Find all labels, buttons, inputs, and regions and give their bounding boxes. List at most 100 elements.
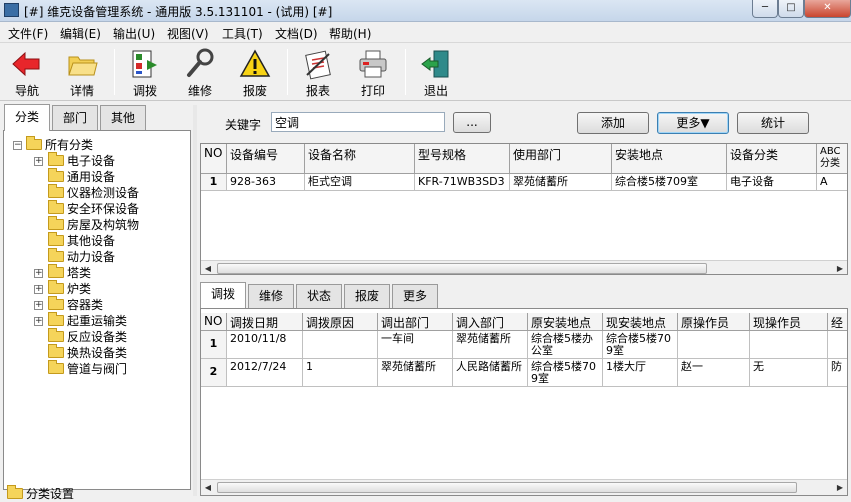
collapse-toggle[interactable]: − <box>13 141 22 150</box>
column-header[interactable]: 经 <box>828 313 847 331</box>
table-cell[interactable]: 翠苑储蓄所 <box>510 174 612 191</box>
horizontal-scrollbar[interactable]: ◀ ▶ <box>201 479 847 495</box>
tab-scrap[interactable]: 报废 <box>344 284 390 308</box>
scroll-thumb[interactable] <box>217 482 797 493</box>
menu-output[interactable]: 输出(U) <box>113 25 155 42</box>
tree-item[interactable]: 炉类 <box>48 280 91 297</box>
tab-status[interactable]: 状态 <box>296 284 342 308</box>
tree-root[interactable]: 所有分类 <box>26 136 93 153</box>
column-header[interactable]: 安装地点 <box>612 144 727 174</box>
close-button[interactable]: ✕ <box>804 0 851 18</box>
tree-item[interactable]: 换热设备类 <box>48 344 127 361</box>
menu-doc[interactable]: 文档(D) <box>275 25 318 42</box>
browse-button[interactable]: ... <box>453 112 491 133</box>
tree-item[interactable]: 仪器检测设备 <box>48 184 139 201</box>
table-cell[interactable]: 1 <box>303 359 378 387</box>
table-cell[interactable]: 2012/7/24 <box>227 359 303 387</box>
column-header[interactable]: 使用部门 <box>510 144 612 174</box>
more-button[interactable]: 更多▼ <box>657 112 729 134</box>
maximize-button[interactable]: □ <box>778 0 804 18</box>
report-button[interactable]: 报表 <box>295 46 341 100</box>
table-cell[interactable]: 一车间 <box>378 331 453 359</box>
column-header[interactable]: 调入部门 <box>453 313 528 331</box>
table-cell[interactable]: 防 <box>828 359 847 387</box>
tree-item[interactable]: 管道与阀门 <box>48 360 127 377</box>
tree-item[interactable]: 安全环保设备 <box>48 200 139 217</box>
table-cell[interactable]: 翠苑储蓄所 <box>378 359 453 387</box>
table-cell[interactable]: 综合楼5楼709室 <box>528 359 603 387</box>
menu-help[interactable]: 帮助(H) <box>329 25 371 42</box>
add-button[interactable]: 添加 <box>577 112 649 134</box>
tree-item[interactable]: 容器类 <box>48 296 103 313</box>
table-cell[interactable]: 综合楼5楼709室 <box>603 331 678 359</box>
column-header[interactable]: 调拨原因 <box>303 313 378 331</box>
table-cell[interactable]: 928-363 <box>227 174 305 191</box>
tab-category[interactable]: 分类 <box>4 104 50 131</box>
scroll-left-arrow[interactable]: ◀ <box>201 480 215 495</box>
scroll-right-arrow[interactable]: ▶ <box>833 480 847 495</box>
tab-transfer[interactable]: 调拨 <box>200 282 246 308</box>
tree-item[interactable]: 反应设备类 <box>48 328 127 345</box>
horizontal-scrollbar[interactable]: ◀ ▶ <box>201 260 847 274</box>
tab-more[interactable]: 更多 <box>392 284 438 308</box>
expand-toggle[interactable]: + <box>34 269 43 278</box>
tree-item[interactable]: 起重运输类 <box>48 312 127 329</box>
table-cell[interactable]: 综合楼5楼709室 <box>612 174 727 191</box>
table-cell[interactable] <box>678 331 750 359</box>
table-cell[interactable]: 综合楼5楼办公室 <box>528 331 603 359</box>
tree-item[interactable]: 动力设备 <box>48 248 115 265</box>
table-cell[interactable]: 翠苑储蓄所 <box>453 331 528 359</box>
menu-tools[interactable]: 工具(T) <box>222 25 263 42</box>
menu-view[interactable]: 视图(V) <box>167 25 209 42</box>
column-header[interactable]: 设备分类 <box>727 144 817 174</box>
scroll-left-arrow[interactable]: ◀ <box>201 261 215 274</box>
expand-toggle[interactable]: + <box>34 301 43 310</box>
table-cell[interactable]: 电子设备 <box>727 174 817 191</box>
tree-item[interactable]: 电子设备 <box>48 152 115 169</box>
menu-edit[interactable]: 编辑(E) <box>60 25 101 42</box>
column-header[interactable]: 现操作员 <box>750 313 828 331</box>
table-cell[interactable]: 1 <box>201 174 227 191</box>
column-header[interactable]: NO <box>201 313 227 331</box>
column-header[interactable]: 原安装地点 <box>528 313 603 331</box>
table-cell[interactable]: 无 <box>750 359 828 387</box>
keyword-input[interactable] <box>271 112 445 132</box>
repair-button[interactable]: 维修 <box>177 46 223 100</box>
table-cell[interactable]: 人民路储蓄所 <box>453 359 528 387</box>
tab-other[interactable]: 其他 <box>100 105 146 130</box>
category-settings[interactable]: 分类设置 <box>7 485 74 502</box>
column-header[interactable]: 调出部门 <box>378 313 453 331</box>
tab-repair[interactable]: 维修 <box>248 284 294 308</box>
print-button[interactable]: 打印 <box>350 46 396 100</box>
detail-button[interactable]: 详情 <box>59 46 105 100</box>
scroll-right-arrow[interactable]: ▶ <box>833 261 847 274</box>
menu-file[interactable]: 文件(F) <box>8 25 48 42</box>
expand-toggle[interactable]: + <box>34 285 43 294</box>
table-cell[interactable] <box>750 331 828 359</box>
column-header[interactable]: 设备名称 <box>305 144 415 174</box>
table-cell[interactable] <box>828 331 847 359</box>
scrap-button[interactable]: 报废 <box>232 46 278 100</box>
tab-department[interactable]: 部门 <box>52 105 98 130</box>
transfer-button[interactable]: 调拨 <box>122 46 168 100</box>
tree-item[interactable]: 塔类 <box>48 264 91 281</box>
table-cell[interactable] <box>303 331 378 359</box>
expand-toggle[interactable]: + <box>34 157 43 166</box>
exit-button[interactable]: 退出 <box>413 46 459 100</box>
tree-item[interactable]: 通用设备 <box>48 168 115 185</box>
column-header[interactable]: 型号规格 <box>415 144 510 174</box>
table-cell[interactable]: 1 <box>201 331 227 359</box>
table-cell[interactable]: 柜式空调 <box>305 174 415 191</box>
tree-item[interactable]: 房屋及构筑物 <box>48 216 139 233</box>
table-cell[interactable]: 赵一 <box>678 359 750 387</box>
tree-item[interactable]: 其他设备 <box>48 232 115 249</box>
column-header[interactable]: ABC分类 <box>817 144 847 174</box>
table-cell[interactable]: KFR-71WB3SD3 <box>415 174 510 191</box>
column-header[interactable]: NO <box>201 144 227 174</box>
column-header[interactable]: 调拨日期 <box>227 313 303 331</box>
table-cell[interactable]: 2 <box>201 359 227 387</box>
table-cell[interactable]: 2010/11/8 <box>227 331 303 359</box>
expand-toggle[interactable]: + <box>34 317 43 326</box>
table-cell[interactable]: 1楼大厅 <box>603 359 678 387</box>
table-cell[interactable]: A <box>817 174 847 191</box>
